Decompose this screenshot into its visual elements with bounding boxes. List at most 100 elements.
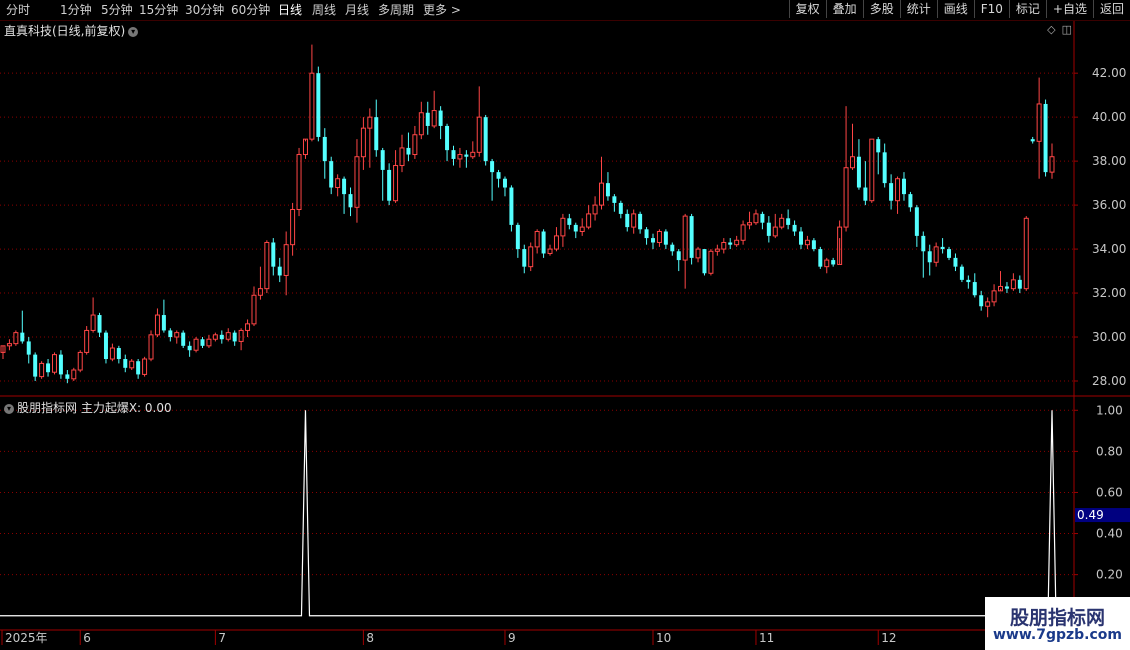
candle-down — [966, 279, 971, 283]
candle-down — [638, 213, 643, 230]
watermark-url: www.7gpzb.com — [992, 627, 1122, 643]
stock-title[interactable]: 直真科技(日线,前复权) ▾ — [4, 22, 139, 39]
candle-down — [567, 218, 572, 225]
chart-canvas[interactable]: 42.00 40.00 38.00 36.00 34.00 32.00 30.00 28.00… — [0, 0, 1130, 650]
candle-up — [547, 248, 553, 254]
candle-down — [760, 213, 765, 223]
candle-down — [901, 178, 906, 195]
multi-stock-button[interactable]: 多股 — [862, 0, 900, 18]
period-button-30min[interactable]: 30分钟 — [185, 2, 224, 18]
mark-button[interactable]: 标记 — [1008, 0, 1046, 18]
candle-down — [445, 125, 450, 151]
date-tick-label: 10 — [656, 631, 671, 645]
stock-title-text: 直真科技(日线,前复权) — [4, 24, 126, 38]
draw-line-button[interactable]: 画线 — [936, 0, 974, 18]
period-button-1min[interactable]: 1分钟 — [60, 2, 92, 18]
date-tick-label: 6 — [83, 631, 91, 645]
candle-down — [496, 172, 501, 179]
period-button-60min[interactable]: 60分钟 — [231, 2, 270, 18]
candle-up — [77, 351, 83, 371]
period-button-15min[interactable]: 15分钟 — [139, 2, 178, 18]
candle-down — [136, 361, 141, 375]
candle-up — [431, 110, 437, 127]
watermark-name: 股朋指标网 — [1009, 607, 1105, 629]
candle-down — [277, 266, 282, 276]
candle-down — [509, 187, 514, 225]
period-button-5min[interactable]: 5分钟 — [101, 2, 133, 18]
candle-down — [618, 202, 623, 214]
candle-down — [953, 257, 958, 267]
candle-down — [799, 231, 804, 245]
back-button[interactable]: 返回 — [1092, 0, 1130, 18]
add-watchlist-button[interactable]: +自选 — [1045, 0, 1093, 18]
period-button-multi[interactable]: 多周期 — [378, 2, 414, 18]
candle-up — [84, 329, 90, 353]
candle-down — [26, 341, 31, 355]
candle-down — [818, 249, 823, 267]
candle-down — [187, 345, 192, 351]
candle-down — [959, 266, 964, 280]
candle-down — [882, 152, 887, 184]
candle-down — [670, 244, 675, 252]
period-button-week[interactable]: 周线 — [312, 2, 336, 18]
candle-down — [161, 315, 166, 331]
candle-down — [863, 187, 868, 201]
candle-up — [560, 217, 566, 237]
candle-down — [889, 183, 894, 201]
candle-down — [811, 240, 816, 250]
candle-down — [831, 260, 836, 265]
candle-up — [302, 138, 308, 156]
candle-down — [374, 117, 379, 151]
panel-toggle-icon[interactable]: ◫ — [1062, 23, 1072, 36]
candle-up — [142, 358, 148, 375]
candle-up — [869, 138, 875, 202]
candle-up — [335, 178, 341, 189]
chevron-down-icon[interactable]: ▾ — [4, 403, 14, 414]
candle-up — [109, 347, 115, 360]
period-button-more[interactable]: 更多 > — [423, 2, 461, 18]
candle-up — [238, 329, 244, 342]
candle-down — [464, 154, 469, 157]
candle-down — [786, 218, 791, 225]
candle-down — [921, 235, 926, 252]
price-tick-label: 34.00 — [1092, 242, 1126, 256]
candle-down — [876, 139, 881, 153]
diamond-icon[interactable]: ◇ — [1047, 23, 1055, 36]
candle-up — [6, 343, 12, 347]
candle-down — [329, 161, 334, 188]
candle-up — [1010, 279, 1016, 290]
candle-down — [322, 136, 327, 162]
candle-up — [553, 235, 559, 250]
period-button-month[interactable]: 月线 — [345, 2, 369, 18]
candle-down — [605, 183, 610, 197]
indicator-title[interactable]: ▾ 股朋指标网 主力起爆X: 0.00 — [4, 399, 172, 416]
overlay-button[interactable]: 叠加 — [825, 0, 863, 18]
f10-button[interactable]: F10 — [973, 0, 1009, 18]
chevron-down-icon[interactable]: ▾ — [128, 26, 139, 37]
candle-down — [46, 363, 51, 373]
candle-up — [843, 167, 849, 228]
candle-up — [991, 290, 997, 303]
candle-down — [97, 315, 102, 333]
candle-down — [1043, 103, 1048, 173]
candle-up — [734, 239, 740, 246]
candle-up — [13, 332, 19, 345]
candle-down — [940, 246, 945, 250]
signal-line — [0, 410, 1074, 617]
candle-down — [972, 282, 977, 296]
period-button-day[interactable]: 日线 — [278, 2, 302, 18]
candle-up — [148, 334, 154, 360]
candle-down — [451, 150, 456, 159]
candle-down — [1030, 139, 1035, 142]
period-button-fenshi[interactable]: 分时 — [6, 2, 30, 18]
candle-down — [342, 178, 347, 195]
candle-up — [740, 224, 746, 241]
statistics-button[interactable]: 统计 — [899, 0, 937, 18]
fuquan-button[interactable]: 复权 — [788, 0, 826, 18]
candle-up — [399, 147, 405, 167]
candle-down — [168, 330, 173, 338]
candle-down — [502, 178, 507, 188]
candle-down — [181, 332, 186, 346]
candle-up — [631, 213, 637, 228]
price-tick-label: 38.00 — [1092, 154, 1126, 168]
